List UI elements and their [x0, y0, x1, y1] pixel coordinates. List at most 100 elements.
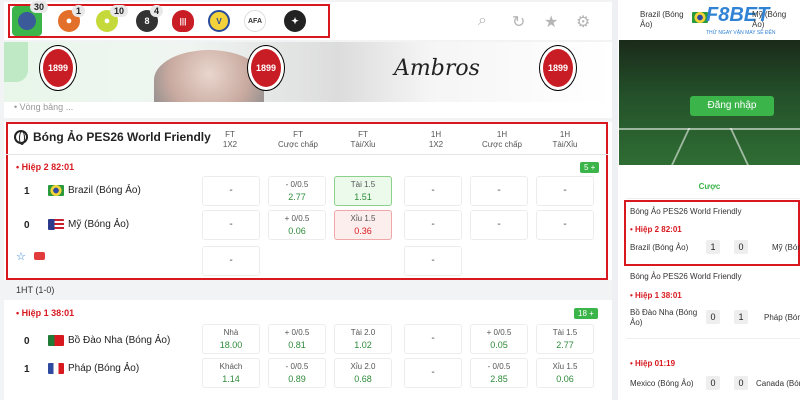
scoreboard-home: Brazil (Bóng Ảo) [640, 10, 684, 29]
gear-icon[interactable]: ⚙ [576, 12, 590, 32]
odds-cell[interactable]: - [202, 210, 260, 240]
sport-count: 10 [110, 5, 129, 17]
odds-cell[interactable]: - [404, 210, 462, 240]
odds-cell[interactable]: - [470, 176, 528, 206]
portugal-flag-icon [48, 335, 64, 346]
refresh-icon[interactable]: ↻ [512, 12, 525, 32]
sport-tab-afa[interactable]: AFA [244, 10, 266, 32]
more-markets-badge[interactable]: 18 + [574, 308, 598, 319]
odds-cell[interactable]: - [404, 176, 462, 206]
team-logo-icon: ✦ [291, 15, 299, 26]
col-header: FT Cược chấp [278, 130, 318, 149]
search-icon[interactable]: ⌕ [478, 12, 487, 30]
game-home-score: 0 [706, 376, 720, 390]
odds-cell[interactable]: - [470, 210, 528, 240]
banner-green-accent [4, 42, 28, 82]
team-name: Mỹ (Bóng Ảo) [68, 219, 130, 230]
sport-tab-basketball[interactable]: ● 1 [58, 5, 86, 32]
odds-cell[interactable]: - 0/0.5 2.77 [268, 176, 326, 206]
odds-cell[interactable]: + 0/0.5 0.81 [268, 324, 326, 354]
brazil-flag-icon [48, 185, 64, 196]
match-card: Bóng Ảo PES26 World Friendly FT 1X2 FT Cượ… [4, 122, 612, 280]
more-markets-badge[interactable]: 5 + [580, 162, 600, 173]
odds-cell[interactable]: - [536, 210, 594, 240]
divider [6, 154, 608, 155]
brand-tagline: THỬ NGAY VẬN MAY SẼ ĐẾN [706, 30, 776, 36]
col-header: FT 1X2 [222, 130, 238, 149]
odds-cell[interactable]: - [536, 176, 594, 206]
game-away: Canada (Bóng [756, 379, 800, 388]
villarreal-icon: V [216, 16, 222, 26]
sport-bar: 30 ● 1 ● 10 8 4 ||| V AFA ✦ ⌕ ↻ ★ ⚙ [4, 1, 612, 40]
sport-tab-villarreal[interactable]: V [208, 10, 230, 32]
banner-signature: Ambros [394, 56, 480, 81]
team-name: Pháp (Bóng Ảo) [68, 363, 140, 374]
odds-cell[interactable]: Tài 1.5 2.77 [536, 324, 594, 354]
odds-cell[interactable]: Nhà 18.00 [202, 324, 260, 354]
sport-count: 1 [72, 5, 86, 17]
away-team: Pháp (Bóng Ảo) [48, 363, 139, 374]
sport-bar-highlight [8, 4, 330, 38]
match-period: • Hiệp 2 82:01 [16, 162, 75, 172]
france-flag-icon [48, 363, 64, 374]
odds-cell[interactable]: Tài 1.5 1.51 [334, 176, 392, 206]
field-line [619, 128, 800, 130]
col-header: 1H Tài/Xỉu [552, 130, 578, 149]
odds-cell[interactable]: - [202, 246, 260, 276]
home-team: Bồ Đào Nha (Bóng Ảo) [48, 335, 170, 346]
game-period: • Hiệp 1 38:01 [630, 291, 682, 300]
afa-icon: AFA [248, 17, 262, 25]
globe-icon [14, 130, 28, 145]
odds-cell[interactable]: + 0/0.5 0.05 [470, 324, 528, 354]
odds-cell[interactable]: Tài 2.0 1.02 [334, 324, 392, 354]
game-away-score: 0 [734, 240, 748, 254]
game-home-score: 0 [706, 310, 720, 324]
login-button[interactable]: Đăng nhập [690, 96, 774, 116]
halftime-score: 1HT (1-0) [4, 280, 612, 300]
promo-banner[interactable]: 1899 1899 Ambros 1899 [4, 42, 612, 102]
odds-cell[interactable]: - [404, 358, 462, 388]
home-score: 1 [24, 186, 30, 197]
sport-tab-team[interactable]: ✦ [284, 10, 306, 32]
odds-cell[interactable]: Khách 1.14 [202, 358, 260, 388]
field-line [729, 128, 751, 165]
odds-cell[interactable]: - 0/0.5 0.89 [268, 358, 326, 388]
col-header: 1H Cược chấp [482, 130, 522, 149]
odds-cell[interactable]: Xỉu 2.0 0.68 [334, 358, 392, 388]
sport-tab-ac-milan[interactable]: ||| [172, 10, 194, 32]
odds-cell[interactable]: Xỉu 1.5 0.36 [334, 210, 392, 240]
odds-cell[interactable]: - 0/0.5 2.85 [470, 358, 528, 388]
col-header: FT Tài/Xỉu [350, 130, 376, 149]
sport-tab-tennis[interactable]: ● 10 [96, 5, 129, 32]
live-tv-icon[interactable] [34, 252, 45, 260]
divider [626, 198, 800, 199]
away-team: Mỹ (Bóng Ảo) [48, 219, 129, 230]
league-title[interactable]: Bóng Ảo PES26 World Friendly [14, 130, 211, 145]
game-home-score: 1 [706, 240, 720, 254]
tab-bets[interactable]: Cược [619, 182, 800, 196]
star-icon[interactable]: ★ [544, 12, 558, 32]
scoreboard-away: Mỹ (Bóng Ảo) [752, 10, 787, 29]
game-home: Mexico (Bóng Ảo) [630, 379, 694, 388]
game-away: Mỹ (Bóng Ảo) [772, 243, 800, 252]
sport-tab-esports[interactable]: 30 [12, 1, 49, 36]
team-name: Brazil (Bóng Ảo) [68, 185, 141, 196]
col-header: 1H 1X2 [428, 130, 444, 149]
game-home: Brazil (Bóng Ảo) [630, 243, 689, 252]
odds-cell[interactable]: + 0/0.5 0.06 [268, 210, 326, 240]
team-name: Bồ Đào Nha (Bóng Ảo) [68, 335, 171, 346]
ac-milan-icon: ||| [179, 16, 187, 26]
match-period: • Hiệp 1 38:01 [16, 308, 75, 318]
odds-cell[interactable]: Xỉu 1.5 0.06 [536, 358, 594, 388]
game-period: • Hiệp 01:19 [630, 359, 676, 368]
away-score: 1 [24, 364, 30, 375]
match-card: • Hiệp 1 38:01 18 + 0 Bồ Đào Nha (Bóng Ả… [4, 300, 612, 400]
favorite-star-icon[interactable]: ☆ [16, 250, 26, 263]
ac-milan-crest: 1899 [540, 46, 576, 90]
round-label: • Vòng bảng ... [4, 102, 612, 118]
sport-tab-billiards[interactable]: 8 4 [136, 5, 164, 32]
odds-cell[interactable]: - [404, 324, 462, 354]
odds-cell[interactable]: - [404, 246, 462, 276]
game-away-score: 0 [734, 376, 748, 390]
odds-cell[interactable]: - [202, 176, 260, 206]
